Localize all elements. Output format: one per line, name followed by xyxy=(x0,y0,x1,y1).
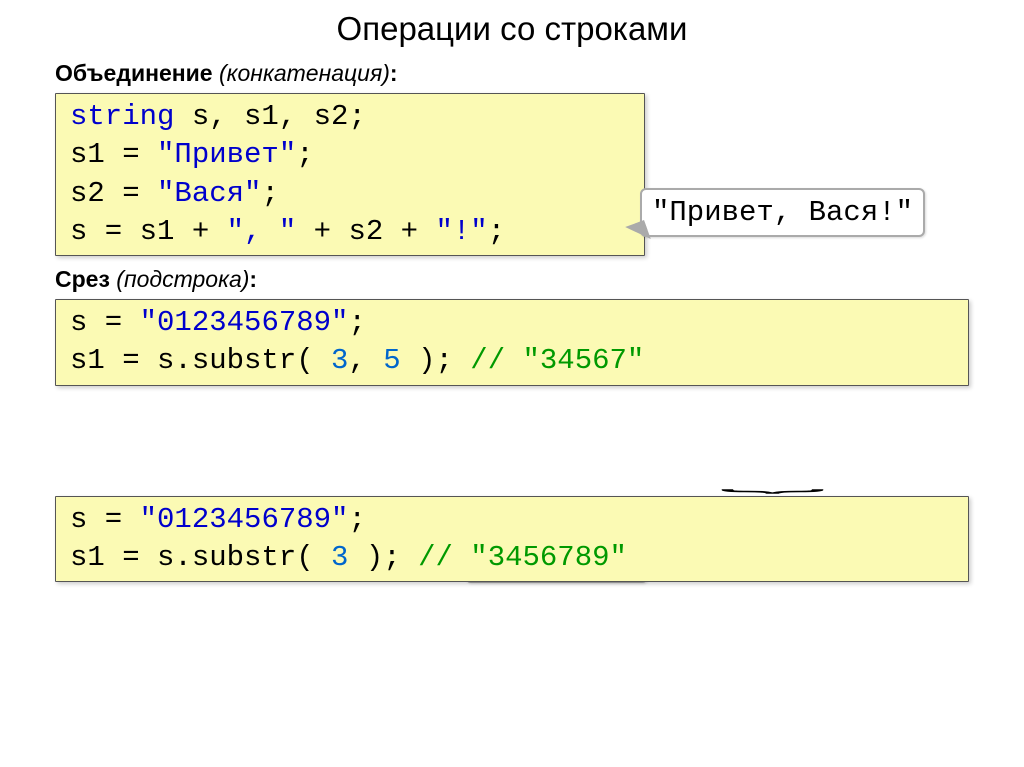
code-text: s1 = s.substr( xyxy=(70,541,331,574)
code-text: , xyxy=(348,344,383,377)
code-text: ; xyxy=(348,503,365,536)
result-callout: "Привет, Вася!" xyxy=(640,188,925,237)
arg-start: 3 xyxy=(331,541,348,574)
string-literal: "Вася" xyxy=(157,177,261,210)
section-slice-bold: Срез xyxy=(55,266,110,292)
section-concat-italic: (конкатенация) xyxy=(213,60,390,86)
code-text: s1 = xyxy=(70,138,157,171)
string-literal: "0123456789" xyxy=(140,306,349,339)
code-text: s = xyxy=(70,503,140,536)
code-box-slice-two-args: s = "0123456789"; s1 = s.substr( 3, 5 );… xyxy=(55,299,969,386)
code-text: ; xyxy=(261,177,278,210)
brace-icon: ⏟ xyxy=(720,471,826,494)
code-text: s = s1 + xyxy=(70,215,227,248)
code-text: ; xyxy=(296,138,313,171)
string-literal: "Привет" xyxy=(157,138,296,171)
code-text: s1 = s.substr( xyxy=(70,344,331,377)
kw-string: string xyxy=(70,100,174,133)
code-text: s2 = xyxy=(70,177,157,210)
section-concat-colon: : xyxy=(390,60,398,86)
code-text: + s2 + xyxy=(296,215,435,248)
section-concat: Объединение (конкатенация): xyxy=(55,60,969,87)
code-text: s = xyxy=(70,306,140,339)
string-literal: ", " xyxy=(227,215,297,248)
code-text: ); xyxy=(401,344,471,377)
comment: // "3456789" xyxy=(418,541,627,574)
code-text: ); xyxy=(348,541,418,574)
code-text: ; xyxy=(488,215,505,248)
code-text: ; xyxy=(348,306,365,339)
string-literal: "!" xyxy=(436,215,488,248)
arg-count: 5 xyxy=(383,344,400,377)
string-literal: "0123456789" xyxy=(140,503,349,536)
comment: // "34567" xyxy=(470,344,644,377)
code-text: s, s1, s2; xyxy=(174,100,365,133)
code-box-concat: string s, s1, s2; s1 = "Привет"; s2 = "В… xyxy=(55,93,645,256)
section-slice-italic: (подстрока) xyxy=(110,266,250,292)
section-slice: Срез (подстрока): xyxy=(55,266,969,293)
code-box-slice-one-arg: s = "0123456789"; s1 = s.substr( 3 ); //… xyxy=(55,496,969,583)
arg-start: 3 xyxy=(331,344,348,377)
section-concat-bold: Объединение xyxy=(55,60,213,86)
section-slice-colon: : xyxy=(249,266,257,292)
page-title: Операции со строками xyxy=(55,10,969,48)
